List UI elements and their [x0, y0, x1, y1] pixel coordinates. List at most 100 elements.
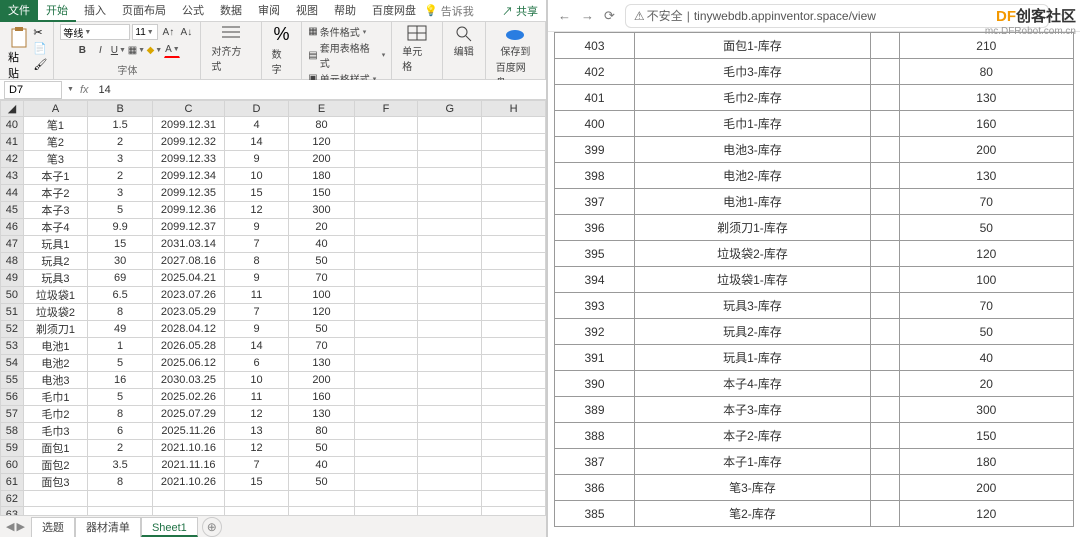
cell[interactable]: 2 — [88, 440, 153, 457]
cell[interactable]: 70 — [289, 338, 355, 355]
cell[interactable] — [482, 236, 546, 253]
cell[interactable]: 5 — [88, 202, 153, 219]
cell[interactable]: 10 — [224, 372, 288, 389]
cell[interactable] — [224, 507, 288, 516]
cell[interactable] — [354, 389, 418, 406]
formula-input[interactable]: 14 — [95, 84, 547, 96]
row-header[interactable]: 54 — [1, 355, 24, 372]
cell[interactable] — [354, 287, 418, 304]
cell[interactable]: 9 — [224, 321, 288, 338]
tab-help[interactable]: 帮助 — [326, 0, 364, 22]
cell[interactable]: 200 — [289, 372, 355, 389]
cell[interactable]: 12 — [224, 202, 288, 219]
cell[interactable] — [418, 253, 482, 270]
fx-icon[interactable]: fx — [74, 84, 95, 96]
col-header-B[interactable]: B — [88, 101, 153, 117]
table-row[interactable]: 394垃圾袋1-库存100 — [555, 267, 1074, 293]
cell[interactable]: 120 — [289, 304, 355, 321]
table-row[interactable]: 398电池2-库存130 — [555, 163, 1074, 189]
col-header-E[interactable]: E — [289, 101, 355, 117]
cell[interactable]: 玩具2 — [23, 253, 87, 270]
cell[interactable]: 80 — [289, 423, 355, 440]
col-header-C[interactable]: C — [153, 101, 225, 117]
row-header[interactable]: 58 — [1, 423, 24, 440]
tab-file[interactable]: 文件 — [0, 0, 38, 22]
cell[interactable] — [482, 457, 546, 474]
cell[interactable]: 剃须刀1 — [23, 321, 87, 338]
cell[interactable] — [354, 253, 418, 270]
tab-home[interactable]: 开始 — [38, 0, 76, 22]
cell[interactable] — [482, 134, 546, 151]
cell[interactable] — [482, 168, 546, 185]
table-row[interactable]: 389本子3-库存300 — [555, 397, 1074, 423]
row-header[interactable]: 43 — [1, 168, 24, 185]
increase-font-icon[interactable]: A↑ — [160, 24, 176, 40]
cell[interactable]: 玩具3 — [23, 270, 87, 287]
cell[interactable]: 2021.11.16 — [153, 457, 225, 474]
cell[interactable] — [354, 423, 418, 440]
cell[interactable]: 2099.12.35 — [153, 185, 225, 202]
tab-insert[interactable]: 插入 — [76, 0, 114, 22]
cell[interactable]: 2021.10.26 — [153, 474, 225, 491]
row-header[interactable]: 51 — [1, 304, 24, 321]
cell[interactable] — [354, 134, 418, 151]
share-button[interactable]: ↗ 共享 — [494, 3, 546, 19]
col-header-D[interactable]: D — [224, 101, 288, 117]
row-header[interactable]: 45 — [1, 202, 24, 219]
cell[interactable] — [354, 236, 418, 253]
name-box[interactable]: D7 — [4, 81, 62, 99]
col-header-F[interactable]: F — [354, 101, 418, 117]
row-header[interactable]: 57 — [1, 406, 24, 423]
row-header[interactable]: 55 — [1, 372, 24, 389]
dropdown-icon[interactable]: ▼ — [67, 86, 74, 93]
cell[interactable]: 6 — [88, 423, 153, 440]
cell[interactable]: 11 — [224, 389, 288, 406]
cell[interactable]: 9 — [224, 151, 288, 168]
cell[interactable]: 2099.12.32 — [153, 134, 225, 151]
tell-me[interactable]: 💡告诉我 — [424, 3, 474, 19]
cell[interactable]: 30 — [88, 253, 153, 270]
cell[interactable] — [482, 423, 546, 440]
cell[interactable] — [482, 389, 546, 406]
cell[interactable] — [153, 507, 225, 516]
row-header[interactable]: 59 — [1, 440, 24, 457]
cell[interactable] — [418, 457, 482, 474]
cell[interactable]: 12 — [224, 406, 288, 423]
cell[interactable] — [23, 491, 87, 507]
cell[interactable] — [482, 219, 546, 236]
cell[interactable]: 2027.08.16 — [153, 253, 225, 270]
row-header[interactable]: 53 — [1, 338, 24, 355]
cell[interactable]: 50 — [289, 253, 355, 270]
tab-data[interactable]: 数据 — [212, 0, 250, 22]
cell[interactable]: 2099.12.37 — [153, 219, 225, 236]
cell[interactable] — [354, 202, 418, 219]
cell[interactable] — [354, 440, 418, 457]
cell[interactable]: 7 — [224, 304, 288, 321]
cell[interactable]: 50 — [289, 440, 355, 457]
table-row[interactable]: 395垃圾袋2-库存120 — [555, 241, 1074, 267]
cell[interactable] — [482, 287, 546, 304]
border-button[interactable]: ▦▼ — [128, 42, 144, 58]
cell[interactable]: 5 — [88, 389, 153, 406]
cell[interactable]: 3.5 — [88, 457, 153, 474]
cell[interactable] — [482, 185, 546, 202]
cell[interactable]: 7 — [224, 236, 288, 253]
cell[interactable]: 20 — [289, 219, 355, 236]
table-row[interactable]: 393玩具3-库存70 — [555, 293, 1074, 319]
cell[interactable]: 2099.12.31 — [153, 117, 225, 134]
cell[interactable] — [418, 168, 482, 185]
align-button[interactable]: 对齐方式 — [207, 24, 254, 73]
cell[interactable] — [418, 474, 482, 491]
cell[interactable]: 2025.07.29 — [153, 406, 225, 423]
tab-view[interactable]: 视图 — [288, 0, 326, 22]
cell[interactable] — [418, 304, 482, 321]
add-sheet-button[interactable]: ⊕ — [202, 517, 222, 537]
table-row[interactable]: 397电池1-库存70 — [555, 189, 1074, 215]
table-row[interactable]: 392玩具2-库存50 — [555, 319, 1074, 345]
cell[interactable] — [482, 491, 546, 507]
cell[interactable]: 电池3 — [23, 372, 87, 389]
row-header[interactable]: 50 — [1, 287, 24, 304]
cell[interactable]: 70 — [289, 270, 355, 287]
cell[interactable] — [354, 185, 418, 202]
cell[interactable]: 15 — [88, 236, 153, 253]
